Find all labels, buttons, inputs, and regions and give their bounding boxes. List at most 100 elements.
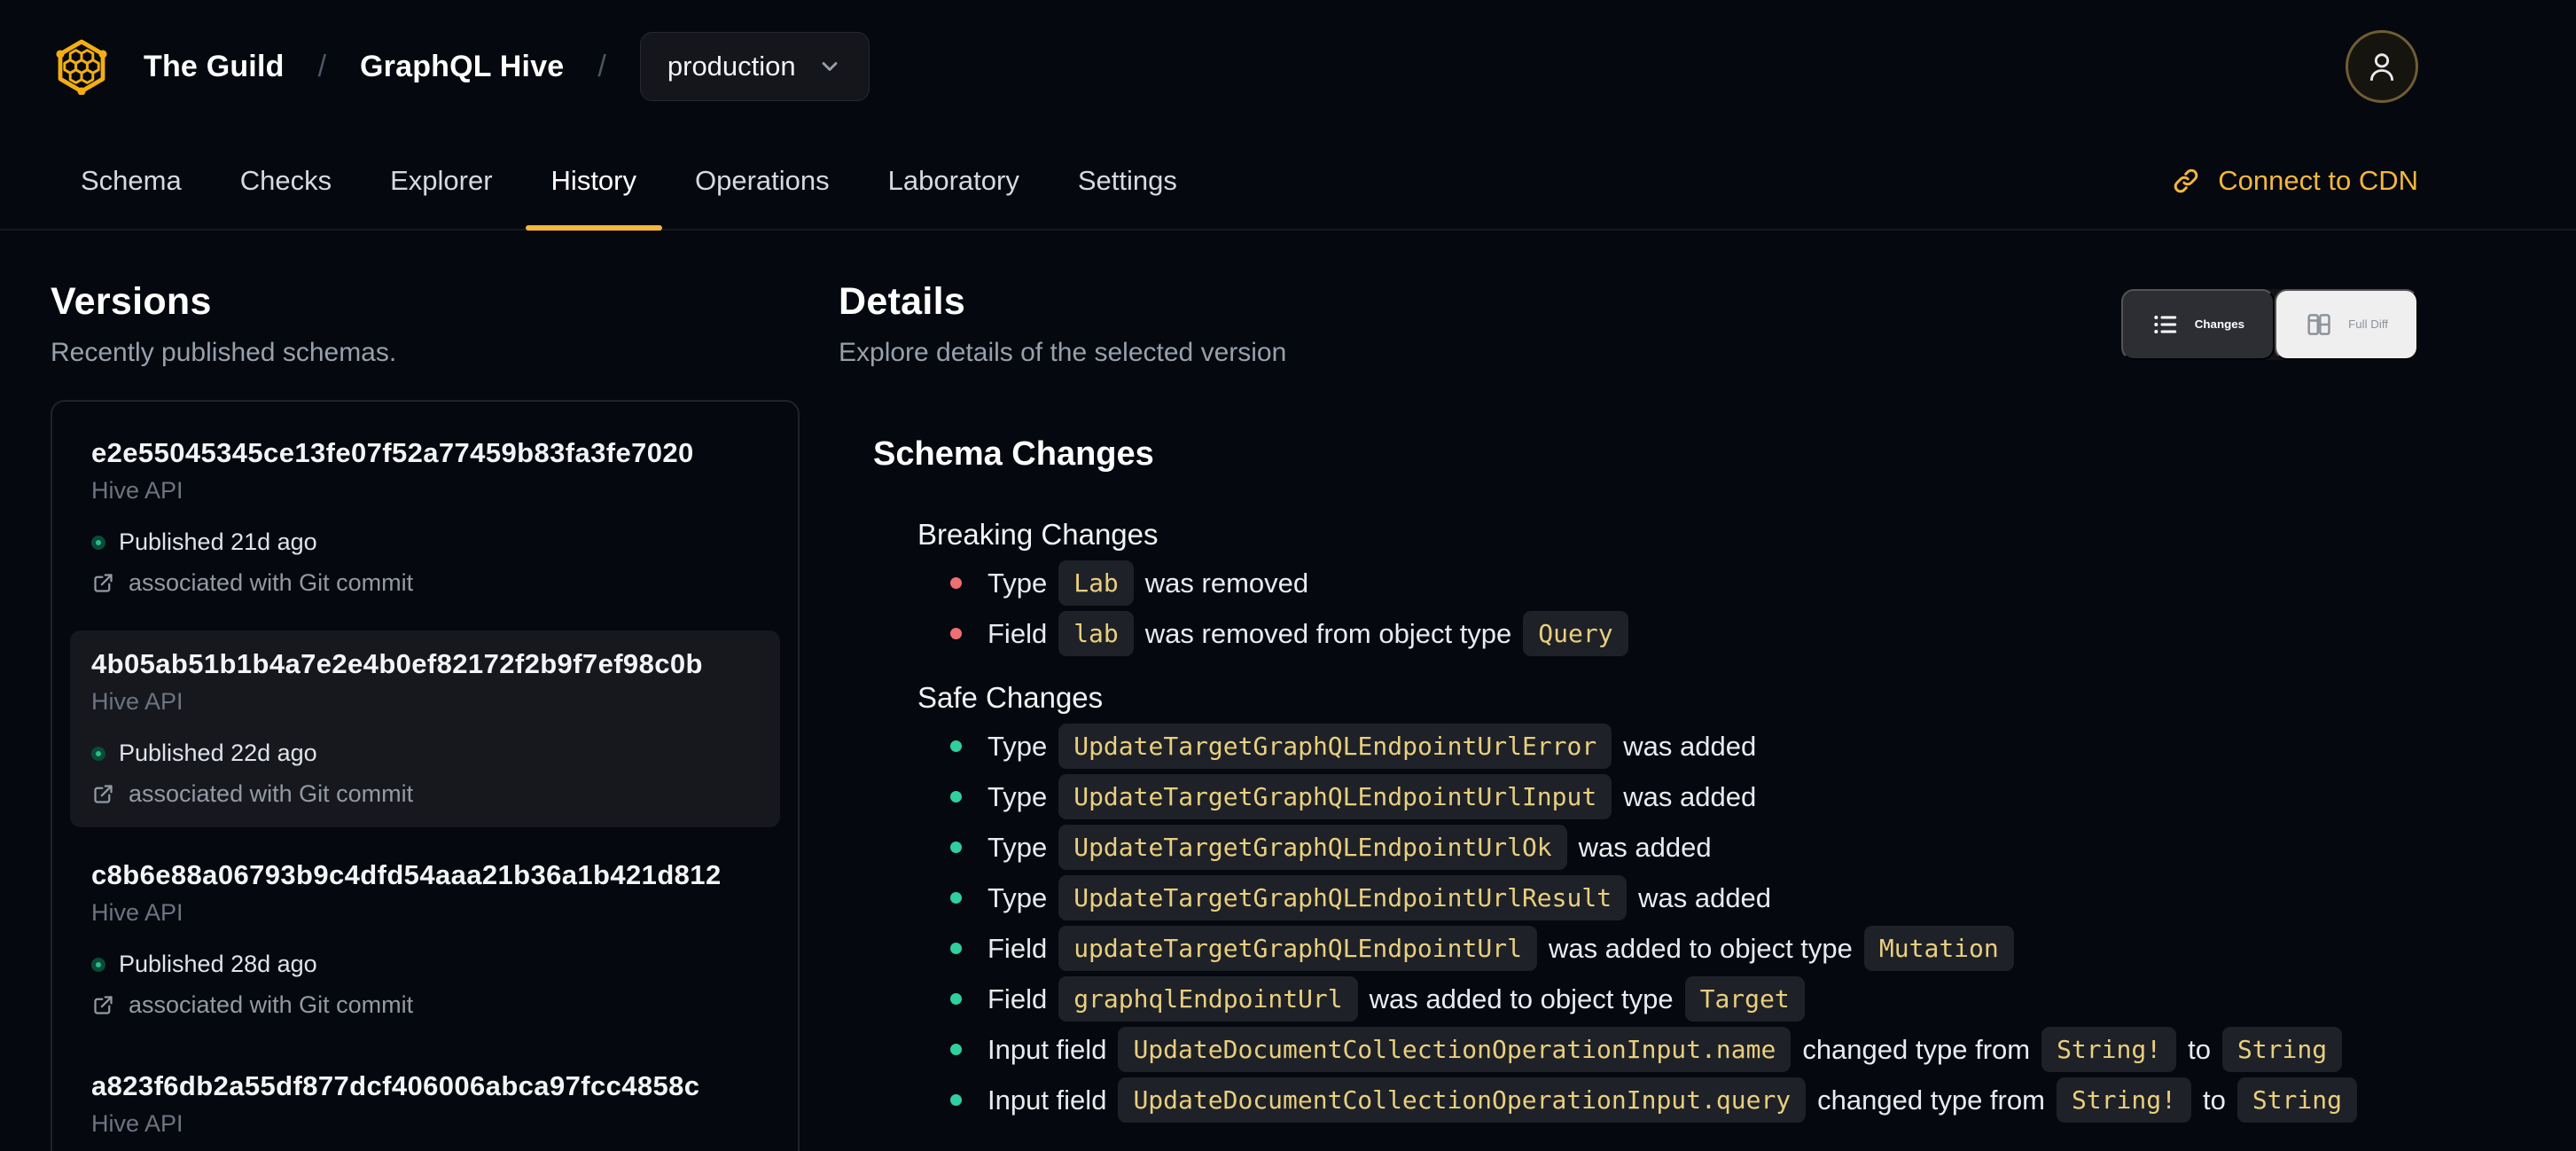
code-chip: UpdateTargetGraphQLEndpointUrlOk [1058,825,1567,870]
code-chip: String [2236,1077,2357,1123]
tab-label: History [550,165,636,196]
details-subtitle: Explore details of the selected version [839,338,1287,367]
breadcrumb-separator: / [317,49,327,83]
tab-label: Laboratory [887,165,1019,196]
git-commit-link[interactable]: associated with Git commit [91,569,759,597]
changes-view-label: Changes [2194,317,2245,331]
tab-label: Schema [81,165,182,196]
change-row: Type UpdateTargetGraphQLEndpointUrlInput w… [917,774,2418,819]
change-rows: Type Lab was removed Field lab was removed f… [917,560,2418,656]
git-commit-link[interactable]: associated with Git commit [91,991,759,1019]
code-chip: UpdateTargetGraphQLEndpointUrlInput [1058,774,1612,819]
main-content: Versions Recently published schemas. e2e… [0,231,2576,1151]
change-text: was added [1578,831,1712,863]
versions-panel: Versions Recently published schemas. e2e… [51,280,800,1151]
tab-history[interactable]: History [522,133,666,231]
change-text: was added [1623,730,1757,762]
change-row: Type UpdateTargetGraphQLEndpointUrlResult… [917,875,2418,920]
git-commit-link[interactable]: associated with Git commit [91,780,759,808]
git-commit-label: associated with Git commit [129,991,414,1018]
change-row: Input field UpdateDocumentCollectionOpera… [917,1077,2418,1123]
version-hash: c8b6e88a06793b9c4dfd54aaa21b36a1b421d812 [91,859,722,890]
published-dot-icon [91,957,105,972]
code-chip: String! [2041,1027,2177,1072]
published-dot-icon [91,535,105,550]
link-icon [2171,166,2201,196]
change-row-content: Type UpdateTargetGraphQLEndpointUrlResult… [987,875,1771,920]
target-selector[interactable]: production [639,32,870,101]
schema-changes: Schema Changes Breaking Changes Type Lab w… [839,435,2418,1123]
full-diff-view-button[interactable]: Full Diff [2275,288,2418,360]
safe-changes-section: Safe Changes Type UpdateTargetGraphQLEndp… [873,681,2418,1123]
change-row: Field graphqlEndpointUrl was added to obje… [917,976,2418,1022]
published-label: Published 21d ago [119,529,317,555]
version-list-item[interactable]: e2e55045345ce13fe07f52a77459b83fa3fe7020… [70,419,780,616]
code-chip: UpdateDocumentCollectionOperationInput.n… [1118,1027,1791,1072]
tab-schema[interactable]: Schema [51,133,211,229]
change-text: changed type from [1817,1084,2045,1116]
code-chip: graphqlEndpointUrl [1058,976,1358,1022]
bullet-icon [950,628,962,639]
hive-logo-icon[interactable] [53,38,110,95]
connect-to-cdn-label: Connect to CDN [2218,165,2418,196]
tab-settings[interactable]: Settings [1049,133,1206,229]
change-row-content: Type Lab was removed [987,560,1308,606]
bullet-icon [950,1044,962,1055]
breadcrumb-separator: / [597,49,606,83]
code-chip: Lab [1058,560,1134,606]
change-text: was added to object type [1369,983,1674,1014]
change-row-content: Field lab was removed from object type Quer… [987,611,1640,656]
user-menu-button[interactable] [2346,30,2418,103]
code-chip: UpdateDocumentCollectionOperationInput.q… [1118,1077,1807,1123]
version-status: Published 28d ago [91,951,759,978]
section-title: Safe Changes [917,681,1104,714]
connect-to-cdn-button[interactable]: Connect to CDN [2171,133,2418,229]
change-text: changed type from [1802,1033,2031,1065]
version-hash: e2e55045345ce13fe07f52a77459b83fa3fe7020 [91,437,694,468]
change-text: was added [1638,881,1772,913]
git-commit-label: associated with Git commit [129,780,414,807]
change-text: Type [987,881,1048,913]
version-hash: 4b05ab51b1b4a7e2e4b0ef82172f2b9f7ef98c0b [91,648,703,679]
bullet-icon [950,1094,962,1106]
version-list-item[interactable]: a823f6db2a55df877dcf406006abca97fcc4858c… [70,1053,780,1151]
tab-label: Checks [239,165,332,196]
chevron-down-icon [817,54,842,79]
change-text: was added [1623,780,1757,812]
version-list-item[interactable]: c8b6e88a06793b9c4dfd54aaa21b36a1b421d812… [70,842,780,1038]
breadcrumb-project[interactable]: GraphQL Hive [360,50,564,84]
changes-view-button[interactable]: Changes [2120,288,2275,360]
user-icon [2364,47,2400,86]
tab-laboratory[interactable]: Laboratory [859,133,1049,229]
change-text: was removed from object type [1144,617,1512,649]
published-label: Published 28d ago [119,951,317,977]
external-link-icon [91,782,115,806]
code-chip: UpdateTargetGraphQLEndpointUrlError [1058,724,1612,769]
breadcrumb-org[interactable]: The Guild [144,50,285,84]
change-rows: Type UpdateTargetGraphQLEndpointUrlError w… [917,724,2418,1123]
change-text: to [2188,1033,2211,1065]
version-service: Hive API [91,688,183,715]
tab-operations[interactable]: Operations [666,133,859,229]
change-text: Type [987,730,1048,762]
version-status: Published 21d ago [91,529,759,556]
version-service: Hive API [91,899,183,926]
version-status: Published 22d ago [91,740,759,767]
version-service: Hive API [91,477,183,504]
code-chip: UpdateTargetGraphQLEndpointUrlResult [1058,875,1628,920]
details-title: Details [839,280,966,323]
bullet-icon [950,577,962,589]
tab-checks[interactable]: Checks [211,133,361,229]
change-text: was added to object type [1548,932,1853,964]
tab-explorer[interactable]: Explorer [361,133,521,229]
change-row: Field lab was removed from object type Quer… [917,611,2418,656]
bullet-icon [950,943,962,954]
change-row-content: Type UpdateTargetGraphQLEndpointUrlOk was … [987,825,1712,870]
target-selector-value: production [667,51,796,82]
change-text: Input field [987,1033,1107,1065]
change-row: Field updateTargetGraphQLEndpointUrl was a… [917,926,2418,971]
version-list-item[interactable]: 4b05ab51b1b4a7e2e4b0ef82172f2b9f7ef98c0b… [70,630,780,827]
details-panel: Details Explore details of the selected … [839,280,2418,1151]
code-chip: Mutation [1863,926,2014,971]
schema-changes-sections: Breaking Changes Type Lab was removed Fiel… [873,518,2418,1123]
